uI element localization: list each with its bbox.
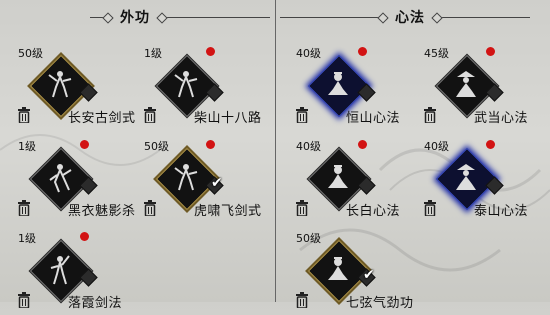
assassin-icon: [47, 162, 73, 194]
skill-name: 柴山十八路: [194, 111, 262, 126]
skill-slot[interactable]: 50级 长安古剑式: [18, 45, 138, 130]
skill-name: 武当心法: [474, 111, 529, 126]
internal-title: 心法: [395, 10, 425, 26]
skill-icon-frame[interactable]: [307, 54, 376, 118]
skill-name: 虎啸飞剑式: [194, 204, 262, 219]
trash-icon[interactable]: [144, 107, 156, 124]
header-line-right: [435, 16, 530, 18]
skill-name: 泰山心法: [474, 204, 529, 219]
skill-slot[interactable]: 40级 长白心法: [296, 138, 416, 223]
header-line-right: [160, 16, 270, 18]
header-line-left: [90, 16, 110, 18]
skill-icon-frame[interactable]: [435, 54, 504, 118]
skill-name: 恒山心法: [346, 111, 401, 126]
skill-name: 长安古剑式: [68, 111, 136, 126]
trash-icon[interactable]: [424, 200, 436, 217]
section-divider: [275, 0, 276, 302]
checkmark-icon: ✔: [211, 175, 223, 191]
skill-icon-frame[interactable]: [155, 54, 224, 118]
trash-icon[interactable]: [144, 200, 156, 217]
skill-icon-frame[interactable]: [435, 147, 504, 211]
skill-slot[interactable]: 45级 武当心法: [424, 45, 544, 130]
skill-slot[interactable]: 1级 黑衣魅影杀: [18, 138, 138, 223]
trash-icon[interactable]: [18, 292, 30, 309]
taoist-icon: [453, 162, 479, 194]
header-line-left: [280, 16, 385, 18]
skill-slot[interactable]: 1级 落霞剑法: [18, 230, 138, 315]
swordsman-icon: [173, 69, 199, 101]
meditating-monk-icon: [325, 69, 351, 101]
swordswoman-icon: [47, 254, 73, 286]
meditating-monk-icon: [325, 162, 351, 194]
external-title: 外功: [120, 10, 150, 26]
meditating-monk-icon: [325, 254, 351, 286]
skill-icon-frame[interactable]: ✔: [307, 239, 376, 303]
skill-icon-frame[interactable]: [29, 54, 98, 118]
trash-icon[interactable]: [424, 107, 436, 124]
checkmark-icon: ✔: [363, 267, 375, 283]
trash-icon[interactable]: [296, 200, 308, 217]
taoist-icon: [453, 69, 479, 101]
skill-icon-frame[interactable]: [29, 147, 98, 211]
swordsman-icon: [47, 69, 73, 101]
trash-icon[interactable]: [18, 107, 30, 124]
skill-slot[interactable]: 40级 泰山心法: [424, 138, 544, 223]
internal-header: 心法: [280, 6, 530, 28]
swordsman-icon: [173, 162, 199, 194]
skill-slot[interactable]: 50级 ✔ 七弦气劲功: [296, 230, 416, 315]
external-header: 外功: [90, 6, 270, 28]
skill-name: 黑衣魅影杀: [68, 204, 136, 219]
skill-slot[interactable]: 40级 恒山心法: [296, 45, 416, 130]
skill-slot[interactable]: 1级 柴山十八路: [144, 45, 264, 130]
skill-icon-frame[interactable]: ✔: [155, 147, 224, 211]
skill-icon-frame[interactable]: [29, 239, 98, 303]
trash-icon[interactable]: [296, 292, 308, 309]
skill-slot[interactable]: 50级 ✔ 虎啸飞剑式: [144, 138, 264, 223]
skill-name: 长白心法: [346, 204, 401, 219]
skill-icon-frame[interactable]: [307, 147, 376, 211]
trash-icon[interactable]: [18, 200, 30, 217]
trash-icon[interactable]: [296, 107, 308, 124]
